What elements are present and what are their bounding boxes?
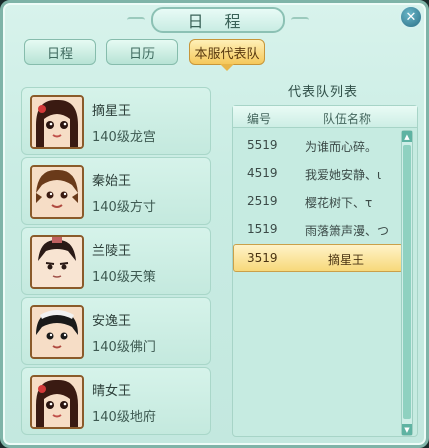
character-portrait-icon [32,97,82,147]
scroll-down-icon[interactable]: ▼ [402,424,412,435]
character-portrait-icon [32,377,82,427]
team-row[interactable]: 4519 我爱她安静、ι [233,160,403,188]
tab-schedule-label: 日程 [46,46,73,62]
team-list-box: 编号 队伍名称 5519 为谁而心碎。 4519 我爱她安静、ι 2519 樱花… [232,105,418,437]
window-title: 日 程 [127,7,309,33]
team-id: 4519 [247,166,278,180]
active-tab-pointer-icon [220,64,234,71]
title-ornament-left [127,17,145,23]
avatar [30,95,84,149]
avatar [30,235,84,289]
schedule-window: 日 程 ✕ 日程 日历 本服代表队 摘星王 140级龙宫 秦始王 140级方寸 … [0,0,429,448]
close-icon[interactable]: ✕ [399,5,423,29]
team-row[interactable]: 2519 樱花树下、τ [233,188,403,216]
team-name: 我爱她安静、ι [305,168,382,182]
member-name: 摘星王 [92,104,132,119]
member-level-school: 140级天策 [92,270,156,285]
member-level-school: 140级龙宫 [92,130,156,145]
member-list: 摘星王 140级龙宫 秦始王 140级方寸 兰陵王 140级天策 安逸王 140… [21,81,213,435]
tab-schedule[interactable]: 日程 [24,39,96,65]
list-scrollbar[interactable]: ▲ ▼ [401,130,413,436]
team-id: 1519 [247,222,278,236]
member-name: 安逸王 [92,314,132,329]
team-name: 摘星王 [328,253,365,267]
member-level-school: 140级地府 [92,410,156,425]
member-name: 秦始王 [92,174,132,189]
tab-server-team-label: 本服代表队 [194,46,260,62]
character-portrait-icon [32,307,82,357]
member-level-school: 140级佛门 [92,340,156,355]
member-card[interactable]: 秦始王 140级方寸 [21,157,211,225]
member-card[interactable]: 摘星王 140级龙宫 [21,87,211,155]
member-level-school: 140级方寸 [92,200,156,215]
team-id: 5519 [247,138,278,152]
scrollbar-thumb[interactable] [403,145,411,419]
column-header-name: 队伍名称 [323,112,372,126]
character-portrait-icon [32,237,82,287]
title-ornament-right [291,17,309,23]
avatar [30,305,84,359]
scroll-up-icon[interactable]: ▲ [402,131,412,142]
team-name: 樱花树下、τ [305,196,373,210]
avatar [30,165,84,219]
avatar [30,375,84,429]
member-card[interactable]: 兰陵王 140级天策 [21,227,211,295]
team-name: 为谁而心碎。 [305,140,378,154]
character-portrait-icon [32,167,82,217]
tab-calendar-label: 日历 [128,46,155,62]
team-row[interactable]: 5519 为谁而心碎。 [233,132,403,160]
team-row[interactable]: 1519 雨落箫声漫、つ [233,216,403,244]
member-name: 晴女王 [92,384,132,399]
team-name: 雨落箫声漫、つ [305,224,390,238]
member-card[interactable]: 安逸王 140级佛门 [21,297,211,365]
member-card[interactable]: 晴女王 140级地府 [21,367,211,435]
column-header-id: 编号 [247,112,272,126]
team-id: 3519 [247,251,278,265]
team-row-selected[interactable]: 3519 摘星王 [233,244,403,272]
member-name: 兰陵王 [92,244,132,259]
team-id: 2519 [247,194,278,208]
team-list-title: 代表队列表 [287,85,358,100]
window-title-text: 日 程 [187,12,249,31]
team-list-panel: 代表队列表 编号 队伍名称 5519 为谁而心碎。 4519 我爱她安静、ι 2… [227,77,419,437]
team-list-header: 编号 队伍名称 [233,106,417,128]
tab-server-team[interactable]: 本服代表队 [189,39,265,71]
tab-calendar[interactable]: 日历 [106,39,178,65]
